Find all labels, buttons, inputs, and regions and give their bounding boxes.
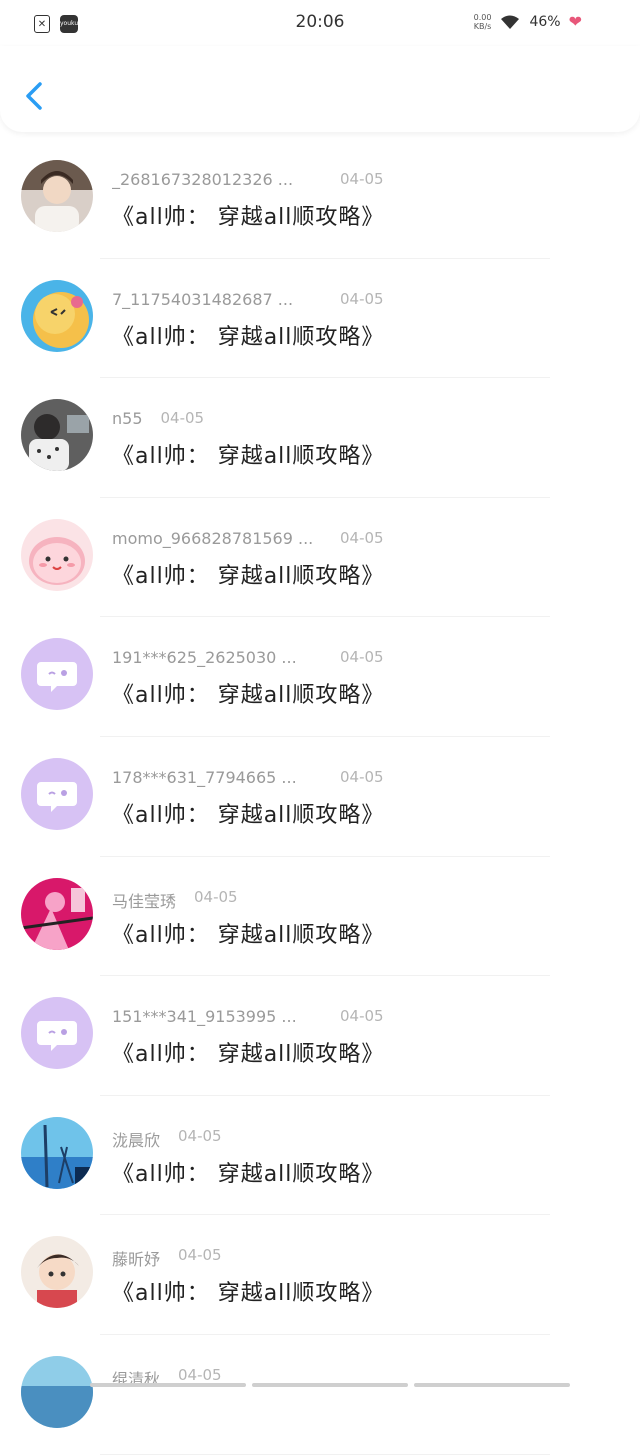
message-date: 04-05 bbox=[340, 1007, 384, 1026]
navigation-bar bbox=[0, 46, 640, 132]
message-row[interactable]: 178***631_7794665 ... 04-05 《all帅： 穿越all顺攻… bbox=[0, 737, 640, 857]
message-date: 04-05 bbox=[340, 767, 384, 786]
message-date: 04-05 bbox=[160, 409, 205, 428]
avatar[interactable] bbox=[21, 877, 93, 950]
bottom-indicator bbox=[90, 1383, 570, 1387]
message-meta: 7_11754031482687 ... 04-05 bbox=[112, 290, 384, 309]
username: _268167328012326 ... bbox=[112, 170, 294, 189]
back-button[interactable] bbox=[18, 76, 54, 116]
message-text: 《all帅： 穿越all顺攻略》 bbox=[112, 1161, 385, 1187]
message-meta: 151***341_9153995 ... 04-05 bbox=[112, 1007, 384, 1026]
battery-heart-icon: ❤ bbox=[568, 12, 582, 31]
message-row[interactable]: _268167328012326 ... 04-05 《all帅： 穿越all顺攻略… bbox=[0, 139, 640, 259]
message-row[interactable]: 151***341_9153995 ... 04-05 《all帅： 穿越all顺攻… bbox=[0, 976, 640, 1096]
username: 7_11754031482687 ... bbox=[112, 289, 294, 309]
avatar[interactable] bbox=[21, 518, 93, 591]
message-date: 04-05 bbox=[178, 1246, 222, 1265]
message-meta: _268167328012326 ... 04-05 bbox=[112, 170, 384, 189]
message-row[interactable]: momo_966828781569 ... 04-05 《all帅： 穿越all顺攻… bbox=[0, 498, 640, 618]
username: 马佳莹琇 bbox=[112, 891, 177, 911]
message-date: 04-05 bbox=[194, 887, 238, 906]
message-text: 《all帅： 穿越all顺攻略》 bbox=[112, 922, 385, 948]
username: momo_966828781569 ... bbox=[112, 528, 314, 548]
avatar[interactable] bbox=[21, 1355, 93, 1428]
message-meta: 178***631_7794665 ... 04-05 bbox=[112, 768, 384, 787]
status-bar: ✕ youku 20:06 0.00 KB/s 46% ❤ bbox=[0, 0, 640, 46]
status-indicators: 0.00 KB/s 46% ❤ bbox=[474, 12, 582, 31]
message-text: 《all帅： 穿越all顺攻略》 bbox=[112, 802, 385, 828]
message-date: 04-05 bbox=[340, 648, 384, 667]
message-text: 《all帅： 穿越all顺攻略》 bbox=[112, 444, 385, 470]
chevron-left-icon bbox=[26, 82, 42, 110]
username: 178***631_7794665 ... bbox=[112, 767, 297, 787]
message-row[interactable]: 泷晨欣 04-05 《all帅： 穿越all顺攻略》 bbox=[0, 1096, 640, 1216]
username: n55 bbox=[112, 409, 143, 429]
battery-level: 46% bbox=[529, 13, 561, 30]
avatar[interactable] bbox=[21, 399, 93, 472]
avatar[interactable] bbox=[21, 757, 93, 830]
username: 151***341_9153995 ... bbox=[112, 1007, 297, 1027]
avatar[interactable] bbox=[21, 1236, 93, 1309]
message-meta: 马佳莹琇 04-05 bbox=[112, 888, 238, 912]
network-speed: 0.00 KB/s bbox=[473, 12, 492, 31]
username: 191***625_2625030 ... bbox=[112, 648, 297, 668]
message-meta: 191***625_2625030 ... 04-05 bbox=[112, 648, 384, 667]
message-row[interactable]: 绲清秋 04-05 bbox=[0, 1335, 640, 1455]
message-row[interactable]: 191***625_2625030 ... 04-05 《all帅： 穿越all顺攻… bbox=[0, 617, 640, 737]
message-row[interactable]: 7_11754031482687 ... 04-05 《all帅： 穿越all顺攻略… bbox=[0, 259, 640, 379]
message-date: 04-05 bbox=[340, 528, 384, 547]
message-meta: 藤昕妤 04-05 bbox=[112, 1246, 222, 1270]
message-text: 《all帅： 穿越all顺攻略》 bbox=[112, 1281, 385, 1307]
message-date: 04-05 bbox=[178, 1126, 222, 1145]
username: 泷晨欣 bbox=[112, 1130, 161, 1150]
message-meta: 泷晨欣 04-05 bbox=[112, 1127, 222, 1151]
avatar[interactable] bbox=[21, 279, 93, 352]
wifi-icon bbox=[501, 15, 520, 29]
message-row[interactable]: n55 04-05 《all帅： 穿越all顺攻略》 bbox=[0, 378, 640, 498]
message-list: _268167328012326 ... 04-05 《all帅： 穿越all顺攻略… bbox=[0, 139, 640, 1455]
message-meta: n55 04-05 bbox=[112, 409, 204, 428]
message-row[interactable]: 马佳莹琇 04-05 《all帅： 穿越all顺攻略》 bbox=[0, 857, 640, 977]
message-text: 《all帅： 穿越all顺攻略》 bbox=[112, 563, 385, 589]
username: 藤昕妤 bbox=[112, 1250, 161, 1270]
message-text: 《all帅： 穿越all顺攻略》 bbox=[112, 205, 385, 230]
avatar[interactable] bbox=[21, 997, 93, 1070]
message-meta: momo_966828781569 ... 04-05 bbox=[112, 529, 384, 548]
avatar[interactable] bbox=[21, 638, 93, 711]
message-date: 04-05 bbox=[340, 170, 384, 188]
message-text: 《all帅： 穿越all顺攻略》 bbox=[112, 683, 385, 709]
message-date: 04-05 bbox=[340, 289, 384, 308]
avatar[interactable] bbox=[21, 1116, 93, 1189]
message-text: 《all帅： 穿越all顺攻略》 bbox=[112, 1042, 385, 1068]
message-text: 《all帅： 穿越all顺攻略》 bbox=[112, 324, 385, 350]
message-row[interactable]: 藤昕妤 04-05 《all帅： 穿越all顺攻略》 bbox=[0, 1215, 640, 1335]
avatar[interactable] bbox=[21, 160, 93, 232]
